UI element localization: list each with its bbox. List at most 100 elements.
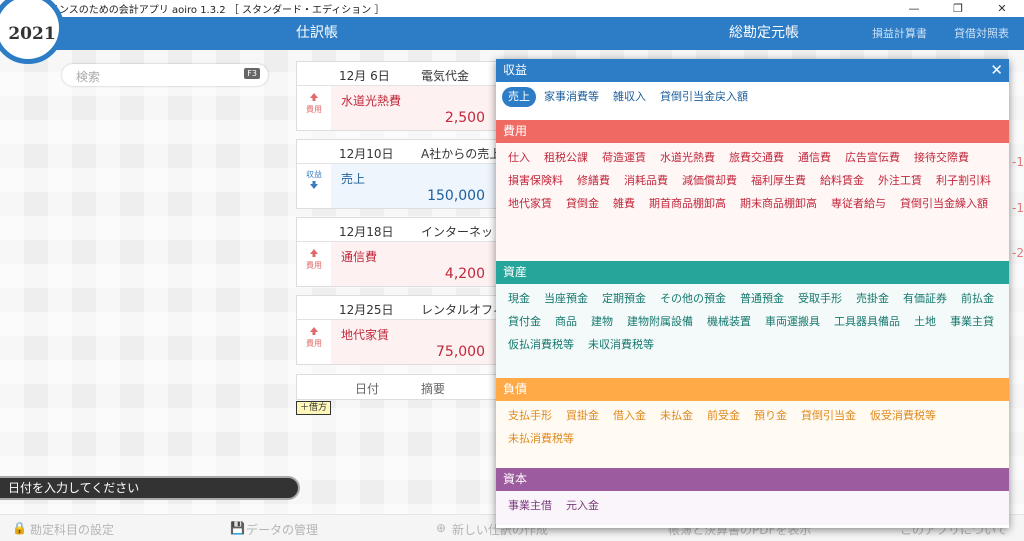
entry-account[interactable]: 地代家賃 xyxy=(341,326,389,343)
entry-account[interactable]: 通信費 xyxy=(341,248,377,265)
account-option[interactable]: 前受金 xyxy=(701,406,746,426)
account-option[interactable]: 荷造運賃 xyxy=(596,148,652,168)
add-debit-button[interactable]: ＋借方 xyxy=(296,401,332,415)
entry-side-label: 費用 xyxy=(306,105,322,114)
account-option[interactable]: 未収消費税等 xyxy=(582,335,660,355)
account-option[interactable]: 貸倒引当金繰入額 xyxy=(894,194,994,214)
account-option[interactable]: その他の預金 xyxy=(654,289,732,309)
arrow-up-icon xyxy=(310,93,318,101)
account-section-header: 費用 xyxy=(496,120,1009,143)
new-entry-row[interactable]: 日付 摘要 xyxy=(296,374,506,400)
year-badge[interactable]: 2021 xyxy=(0,0,64,64)
account-option[interactable]: 消耗品費 xyxy=(618,171,674,191)
account-option[interactable]: 車両運搬具 xyxy=(759,312,826,332)
account-option[interactable]: 専従者給与 xyxy=(825,194,892,214)
account-option[interactable]: 水道光熱費 xyxy=(654,148,721,168)
entry-amount[interactable]: 4,200 xyxy=(445,266,485,282)
restore-button[interactable]: ❐ xyxy=(936,0,980,17)
entry-amount[interactable]: 75,000 xyxy=(436,344,485,360)
date-input-prompt[interactable]: 日付を入力してください xyxy=(0,476,300,500)
account-option[interactable]: 租税公課 xyxy=(538,148,594,168)
account-option[interactable]: 元入金 xyxy=(560,496,605,516)
account-option[interactable]: 土地 xyxy=(908,312,942,332)
account-section: 収益 ✕ 売上 家事消費等 雑収入 貸倒引当金戻入額 xyxy=(496,59,1009,107)
journal-entry[interactable]: 12月18日 インターネット 費用 通信費 4,200 xyxy=(296,217,506,287)
ledger-value: -1 xyxy=(1012,155,1024,169)
account-option[interactable]: 通信費 xyxy=(792,148,837,168)
entry-side-label: 費用 xyxy=(306,339,322,348)
account-option[interactable]: 定期預金 xyxy=(596,289,652,309)
account-option[interactable]: 貸倒引当金戻入額 xyxy=(654,87,754,107)
account-option[interactable]: 貸倒金 xyxy=(560,194,605,214)
search-placeholder: 検索 xyxy=(76,70,101,84)
account-option[interactable]: 損害保険料 xyxy=(502,171,569,191)
journal-entry[interactable]: 12月10日 A社からの売上 収益 売上 150,000 xyxy=(296,139,506,209)
account-option[interactable]: 普通預金 xyxy=(734,289,790,309)
account-option[interactable]: 工具器具備品 xyxy=(828,312,906,332)
entry-amount[interactable]: 2,500 xyxy=(445,110,485,126)
account-option[interactable]: 当座預金 xyxy=(538,289,594,309)
account-option[interactable]: 利子割引料 xyxy=(930,171,997,191)
account-option[interactable]: 貸付金 xyxy=(502,312,547,332)
account-option[interactable]: 現金 xyxy=(502,289,536,309)
account-option[interactable]: 受取手形 xyxy=(792,289,848,309)
income-statement-link[interactable]: 損益計算書 xyxy=(872,17,927,50)
journal-entry[interactable]: 12月 6日 電気代金 費用 水道光熱費 2,500 xyxy=(296,61,506,131)
account-option[interactable]: 雑費 xyxy=(607,194,641,214)
close-icon[interactable]: ✕ xyxy=(990,59,1003,82)
journal-entry[interactable]: 12月25日 レンタルオフィス 費用 地代家賃 75,000 xyxy=(296,295,517,365)
account-option[interactable]: 仮払消費税等 xyxy=(502,335,580,355)
entry-description: A社からの売上 xyxy=(421,147,502,161)
account-option[interactable]: 減価償却費 xyxy=(676,171,743,191)
account-option[interactable]: 有価証券 xyxy=(897,289,953,309)
search-input[interactable]: 検索 F3 xyxy=(62,64,268,86)
account-option[interactable]: 支払手形 xyxy=(502,406,558,426)
account-option[interactable]: 事業主貸 xyxy=(944,312,1000,332)
account-option[interactable]: 建物 xyxy=(585,312,619,332)
entry-amount[interactable]: 150,000 xyxy=(427,188,485,204)
minimize-button[interactable]: — xyxy=(892,0,936,17)
entry-account[interactable]: 水道光熱費 xyxy=(341,92,401,109)
data-management-button[interactable]: データの管理 xyxy=(246,521,318,538)
account-option[interactable]: 広告宣伝費 xyxy=(839,148,906,168)
account-settings-button[interactable]: 勘定科目の設定 xyxy=(30,521,114,538)
account-option[interactable]: 期首商品棚卸高 xyxy=(643,194,732,214)
account-list: 仕入 租税公課 荷造運賃 水道光熱費 旅費交通費 通信費 広告宣伝費 接待交際費損害保険料 修繕… xyxy=(496,143,1009,220)
account-option[interactable]: 売掛金 xyxy=(850,289,895,309)
account-section: 負債 支払手形 買掛金 借入金 未払金 前受金 預り金 貸倒引当金 仮受消費税等 未払消費税等 xyxy=(496,378,1009,468)
account-option[interactable]: 前払金 xyxy=(955,289,1000,309)
revenue-side-indicator: 収益 xyxy=(301,170,327,193)
account-option[interactable]: 買掛金 xyxy=(560,406,605,426)
balance-sheet-link[interactable]: 貸借対照表 xyxy=(954,17,1009,50)
account-option[interactable]: 未払金 xyxy=(654,406,699,426)
account-option[interactable]: 接待交際費 xyxy=(908,148,975,168)
account-option[interactable]: 給料賃金 xyxy=(814,171,870,191)
window-title-bar: フリーランスのための会計アプリ aoiro 1.3.2 ［ スタンダード・エディ… xyxy=(0,0,1024,17)
account-option[interactable]: 期末商品棚卸高 xyxy=(734,194,823,214)
account-option[interactable]: 仮受消費税等 xyxy=(864,406,942,426)
plus-circle-icon: ⊕ xyxy=(436,521,447,535)
window-title: フリーランスのための会計アプリ aoiro 1.3.2 ［ スタンダード・エディ… xyxy=(19,5,385,16)
account-option[interactable]: 福利厚生費 xyxy=(745,171,812,191)
account-option[interactable]: 建物附属設備 xyxy=(621,312,699,332)
account-option[interactable]: 修繕費 xyxy=(571,171,616,191)
account-option[interactable]: 借入金 xyxy=(607,406,652,426)
account-option[interactable]: 地代家賃 xyxy=(502,194,558,214)
account-option[interactable]: 機械装置 xyxy=(701,312,757,332)
account-option[interactable]: 雑収入 xyxy=(607,87,652,107)
account-option[interactable]: 貸倒引当金 xyxy=(795,406,862,426)
account-option[interactable]: 家事消費等 xyxy=(538,87,605,107)
account-option[interactable]: 未払消費税等 xyxy=(502,429,580,449)
close-window-button[interactable]: ✕ xyxy=(980,0,1024,17)
account-option[interactable]: 外注工賃 xyxy=(872,171,928,191)
general-ledger-link[interactable]: 総勘定元帳 xyxy=(729,17,799,50)
entry-account[interactable]: 売上 xyxy=(341,170,365,187)
account-option[interactable]: 事業主借 xyxy=(502,496,558,516)
account-option[interactable]: 商品 xyxy=(549,312,583,332)
account-option[interactable]: 預り金 xyxy=(748,406,793,426)
date-column-label: 日付 xyxy=(355,382,380,396)
account-picker-popup[interactable]: 収益 ✕ 売上 家事消費等 雑収入 貸倒引当金戻入額 費用 仕入 租税公課 荷造運賃 水道光熱費 旅費… xyxy=(496,59,1009,528)
account-option[interactable]: 仕入 xyxy=(502,148,536,168)
account-option[interactable]: 旅費交通費 xyxy=(723,148,790,168)
account-option[interactable]: 売上 xyxy=(502,87,536,107)
